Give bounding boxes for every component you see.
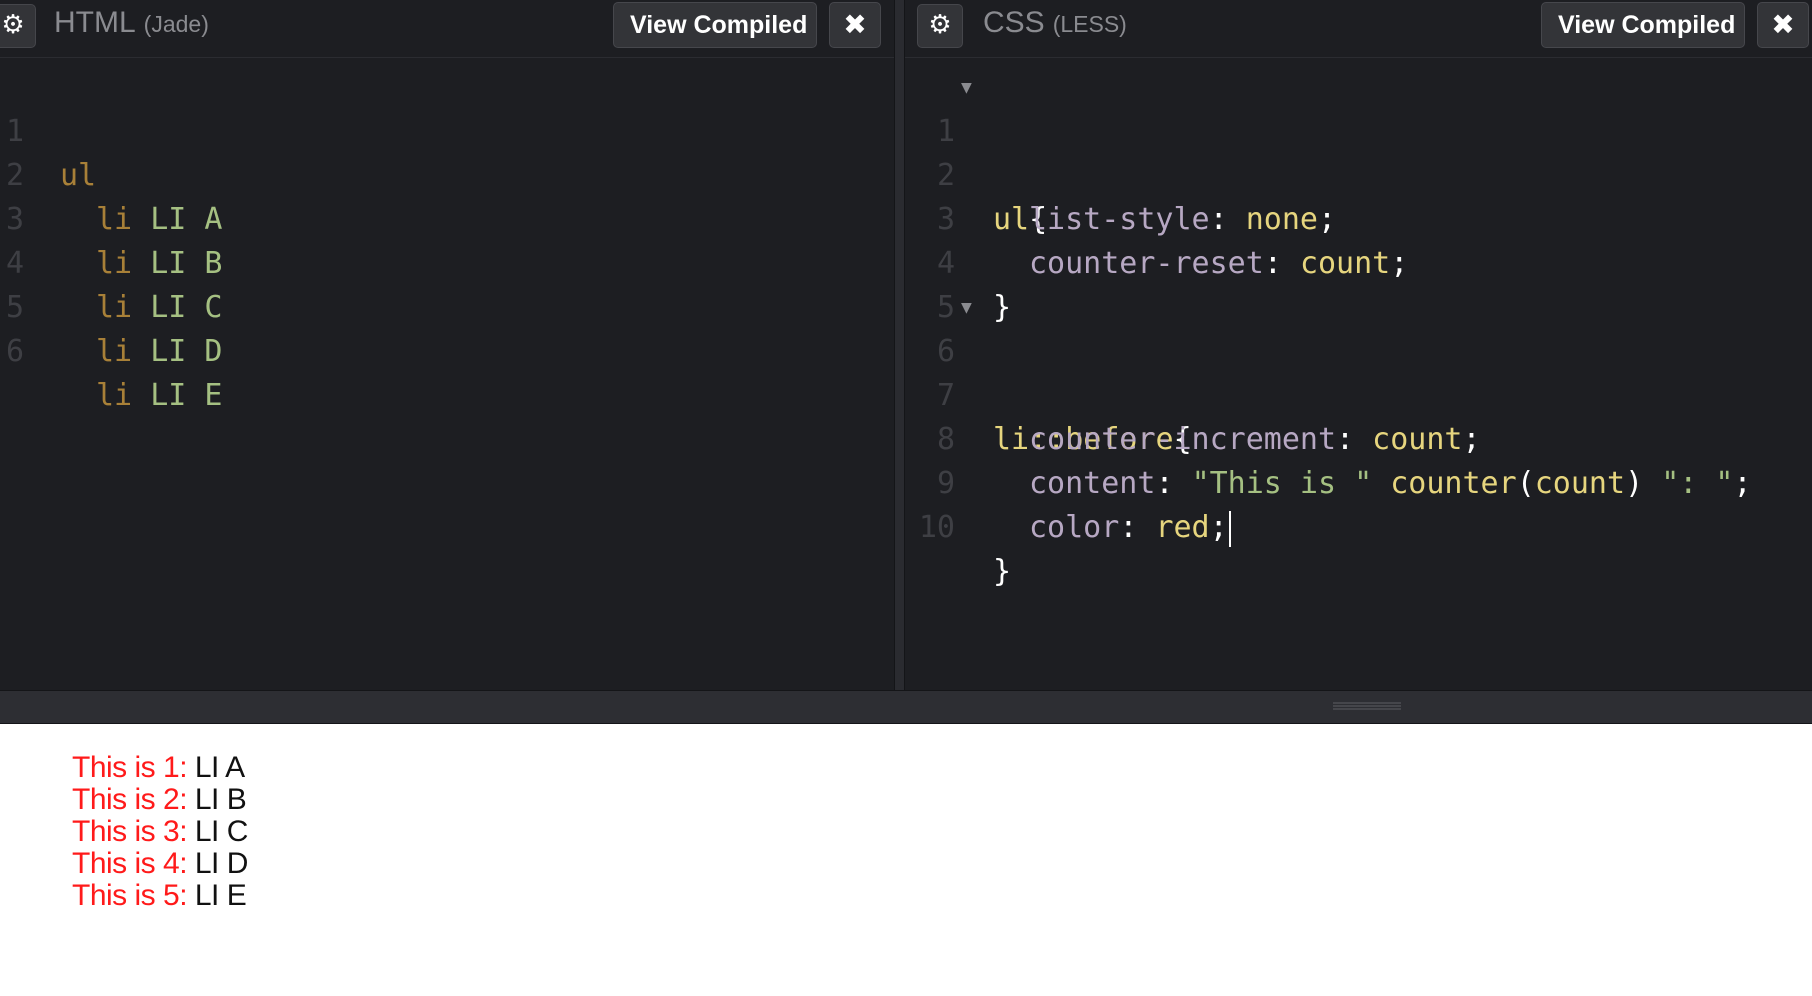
html-pane-header: ⚙ HTML (Jade) View Compiled ✖ (0, 0, 894, 58)
code-line: 7 counter-increment: count; (905, 330, 1812, 457)
line-number: 6 (5, 334, 25, 369)
list-item-text: LI B (194, 783, 247, 816)
close-icon: ✖ (1771, 8, 1795, 41)
code-line: 3 li LI B (0, 154, 894, 281)
jade-text: LI D (150, 334, 223, 369)
css-pane-title: CSS (LESS) (983, 6, 1127, 39)
code-line: 8 content: "This is " counter(count) ": … (905, 374, 1812, 501)
code-line: 6 li LI E (0, 286, 894, 413)
code-line: 1 ▼ ul{ (905, 66, 1812, 237)
list-item-text: LI C (194, 815, 249, 848)
css-close-button[interactable]: ✖ (1757, 2, 1809, 48)
css-view-compiled-button[interactable]: View Compiled (1541, 2, 1745, 48)
code-line: 5 li LI D (0, 242, 894, 369)
css-settings-button[interactable]: ⚙ (917, 4, 963, 48)
css-editor-pane: ⚙ CSS (LESS) View Compiled ✖ 1 ▼ ul{ 2 li… (905, 0, 1812, 690)
preview-list: This is 1: LI A This is 2: LI B This is … (72, 752, 248, 912)
html-view-compiled-button[interactable]: View Compiled (613, 2, 817, 48)
list-item: This is 3: LI C (72, 816, 248, 848)
grip-icon (1333, 702, 1401, 710)
list-item: This is 4: LI D (72, 848, 248, 880)
list-item: This is 1: LI A (72, 752, 248, 784)
code-line: 2 list-style: none; (905, 110, 1812, 237)
counter-prefix: This is 5: (72, 879, 195, 912)
gear-icon: ⚙ (1, 10, 25, 40)
code-line: 1 ul (0, 66, 894, 193)
html-settings-button[interactable]: ⚙ (0, 4, 36, 48)
editors-area: ⚙ HTML (Jade) View Compiled ✖ 1 ul 2 li L… (0, 0, 1812, 690)
html-pane-title: HTML (Jade) (54, 6, 209, 39)
list-item: This is 2: LI B (72, 784, 248, 816)
horizontal-pane-resizer[interactable] (0, 690, 1812, 724)
counter-prefix: This is 3: (72, 815, 195, 848)
text-cursor (1228, 510, 1231, 547)
counter-prefix: This is 4: (72, 847, 195, 880)
jade-text: LI E (150, 378, 223, 413)
fold-arrow-icon[interactable]: ▼ (961, 286, 972, 330)
code-line: 2 li LI A (0, 110, 894, 237)
html-pane-preprocessor: (Jade) (143, 11, 209, 37)
vertical-pane-resizer[interactable] (894, 0, 905, 690)
counter-prefix: This is 2: (72, 783, 195, 816)
jade-tag: li (96, 378, 133, 413)
html-code-editor[interactable]: 1 ul 2 li LI A 3 li LI B 4 li LI C 5 li … (0, 66, 894, 413)
code-line: 10 } (905, 462, 1812, 589)
css-pane-preprocessor: (LESS) (1052, 11, 1127, 37)
result-preview: This is 1: LI A This is 2: LI B This is … (0, 724, 1812, 996)
code-line: 6 ▼ li::before{ (905, 286, 1812, 457)
code-line: 5 (905, 242, 1812, 325)
line-number: 10 (918, 510, 955, 545)
list-item-text: LI E (194, 879, 247, 912)
list-item-text: LI A (194, 751, 245, 784)
code-line: 3 counter-reset: count; (905, 154, 1812, 281)
css-pane-header: ⚙ CSS (LESS) View Compiled ✖ (905, 0, 1812, 58)
code-line: 4 } (905, 198, 1812, 325)
code-line: 9 color: red; (905, 418, 1812, 547)
html-close-button[interactable]: ✖ (829, 2, 881, 48)
counter-prefix: This is 1: (72, 751, 195, 784)
close-icon: ✖ (843, 8, 867, 41)
fold-arrow-icon[interactable]: ▼ (961, 66, 972, 110)
list-item: This is 5: LI E (72, 880, 248, 912)
list-item-text: LI D (194, 847, 249, 880)
html-editor-pane: ⚙ HTML (Jade) View Compiled ✖ 1 ul 2 li L… (0, 0, 894, 690)
code-line: 4 li LI C (0, 198, 894, 325)
css-code-editor[interactable]: 1 ▼ ul{ 2 list-style: none; 3 counter-re… (905, 66, 1812, 589)
gear-icon: ⚙ (928, 10, 952, 40)
